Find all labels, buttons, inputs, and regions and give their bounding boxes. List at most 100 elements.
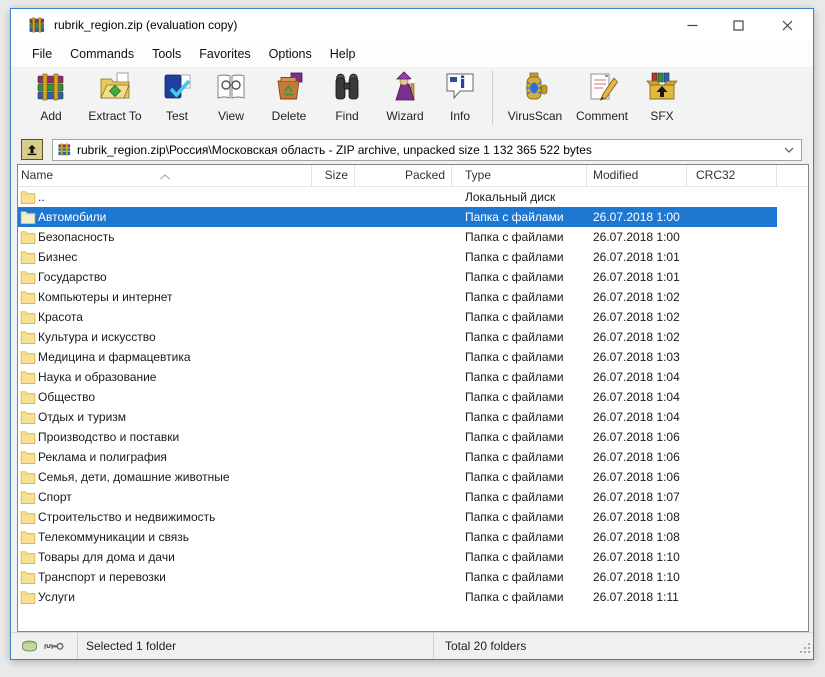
extract-to-button[interactable]: Extract To [79, 67, 151, 131]
column-header-type[interactable]: Type [452, 165, 587, 186]
status-bar: Selected 1 folder Total 20 folders [11, 632, 813, 659]
list-item[interactable]: Строительство и недвижимостьПапка с файл… [18, 507, 777, 527]
minimize-button[interactable] [669, 9, 715, 41]
item-modified: 26.07.2018 1:00 [587, 207, 687, 227]
item-name: Производство и поставки [38, 427, 179, 447]
view-button[interactable]: View [203, 67, 259, 131]
column-header-crc32[interactable]: CRC32 [687, 165, 777, 186]
comment-label: Comment [576, 109, 628, 123]
item-type: Папка с файлами [452, 407, 587, 427]
list-item[interactable]: УслугиПапка с файлами26.07.2018 1:11 [18, 587, 777, 607]
up-one-level-button[interactable] [21, 139, 43, 160]
column-header-name[interactable]: Name [18, 165, 312, 186]
item-name: Культура и искусство [38, 327, 156, 347]
key-icon[interactable] [43, 640, 64, 652]
folder-icon [20, 469, 36, 485]
item-type: Папка с файлами [452, 207, 587, 227]
info-button[interactable]: Info [435, 67, 485, 131]
folder-icon [20, 289, 36, 305]
virusscan-button[interactable]: VirusScan [501, 67, 569, 131]
list-item[interactable]: ОбществоПапка с файлами26.07.2018 1:04 [18, 387, 777, 407]
folder-icon [20, 489, 36, 505]
item-type: Папка с файлами [452, 247, 587, 267]
list-item[interactable]: Компьютеры и интернетПапка с файлами26.0… [18, 287, 777, 307]
find-icon [331, 71, 363, 106]
item-type: Папка с файлами [452, 267, 587, 287]
folder-icon [20, 529, 36, 545]
list-item[interactable]: Медицина и фармацевтикаПапка с файлами26… [18, 347, 777, 367]
list-item[interactable]: Наука и образованиеПапка с файлами26.07.… [18, 367, 777, 387]
list-item[interactable]: БизнесПапка с файлами26.07.2018 1:01 [18, 247, 777, 267]
item-name: Телекоммуникации и связь [38, 527, 189, 547]
find-button[interactable]: Find [319, 67, 375, 131]
list-item[interactable]: Реклама и полиграфияПапка с файлами26.07… [18, 447, 777, 467]
list-item[interactable]: Производство и поставкиПапка с файлами26… [18, 427, 777, 447]
combobox-dropdown-arrow[interactable] [781, 147, 797, 153]
status-selected-text: Selected 1 folder [78, 633, 434, 659]
close-button[interactable] [761, 9, 813, 41]
list-item[interactable]: КрасотаПапка с файлами26.07.2018 1:02 [18, 307, 777, 327]
menu-help[interactable]: Help [321, 43, 365, 65]
up-arrow-icon [25, 143, 39, 157]
disk-icon[interactable] [21, 640, 38, 653]
column-header-modified[interactable]: Modified [587, 165, 687, 186]
item-modified: 26.07.2018 1:02 [587, 287, 687, 307]
menu-options[interactable]: Options [260, 43, 321, 65]
list-item[interactable]: Транспорт и перевозкиПапка с файлами26.0… [18, 567, 777, 587]
extract-to-icon [99, 71, 131, 106]
item-name: Транспорт и перевозки [38, 567, 166, 587]
wizard-label: Wizard [386, 109, 423, 123]
sfx-button[interactable]: SFX [635, 67, 689, 131]
item-modified: 26.07.2018 1:10 [587, 567, 687, 587]
item-modified: 26.07.2018 1:02 [587, 307, 687, 327]
folder-icon [20, 309, 36, 325]
item-name: .. [38, 187, 45, 207]
item-name: Строительство и недвижимость [38, 507, 215, 527]
comment-button[interactable]: Comment [569, 67, 635, 131]
list-item[interactable]: СпортПапка с файлами26.07.2018 1:07 [18, 487, 777, 507]
item-type: Папка с файлами [452, 327, 587, 347]
title-bar[interactable]: rubrik_region.zip (evaluation copy) [11, 9, 813, 41]
wizard-button[interactable]: Wizard [375, 67, 435, 131]
list-item[interactable]: ГосударствоПапка с файлами26.07.2018 1:0… [18, 267, 777, 287]
delete-button[interactable]: Delete [259, 67, 319, 131]
folder-icon [20, 209, 36, 225]
item-type: Папка с файлами [452, 467, 587, 487]
add-button[interactable]: Add [23, 67, 79, 131]
sort-ascending-icon [159, 166, 171, 186]
item-type: Папка с файлами [452, 367, 587, 387]
menu-favorites[interactable]: Favorites [190, 43, 259, 65]
list-item[interactable]: БезопасностьПапка с файлами26.07.2018 1:… [18, 227, 777, 247]
add-archive-icon [35, 71, 67, 106]
toolbar: Add Extract To Test [11, 67, 813, 135]
folder-icon [20, 229, 36, 245]
item-name: Безопасность [38, 227, 115, 247]
list-item[interactable]: АвтомобилиПапка с файлами26.07.2018 1:00 [18, 207, 777, 227]
item-name: Спорт [38, 487, 72, 507]
resize-grip[interactable] [799, 642, 811, 657]
close-icon [782, 20, 793, 31]
item-name: Реклама и полиграфия [38, 447, 167, 467]
item-type: Папка с файлами [452, 587, 587, 607]
column-header-packed[interactable]: Packed [355, 165, 452, 186]
list-item[interactable]: Культура и искусствоПапка с файлами26.07… [18, 327, 777, 347]
wizard-icon [389, 71, 421, 106]
maximize-button[interactable] [715, 9, 761, 41]
address-combobox[interactable]: rubrik_region.zip\Россия\Московская обла… [52, 139, 802, 161]
list-item[interactable]: ..Локальный диск [18, 187, 777, 207]
menu-file[interactable]: File [23, 43, 61, 65]
list-item[interactable]: Отдых и туризмПапка с файлами26.07.2018 … [18, 407, 777, 427]
item-type: Папка с файлами [452, 427, 587, 447]
column-header-size[interactable]: Size [312, 165, 355, 186]
list-item[interactable]: Товары для дома и дачиПапка с файлами26.… [18, 547, 777, 567]
item-modified: 26.07.2018 1:07 [587, 487, 687, 507]
list-item[interactable]: Телекоммуникации и связьПапка с файлами2… [18, 527, 777, 547]
menu-commands[interactable]: Commands [61, 43, 143, 65]
file-rows: ..Локальный дискАвтомобилиПапка с файлам… [18, 187, 808, 631]
list-item[interactable]: Семья, дети, домашние животныеПапка с фа… [18, 467, 777, 487]
menu-tools[interactable]: Tools [143, 43, 190, 65]
item-type: Папка с файлами [452, 547, 587, 567]
menu-bar: File Commands Tools Favorites Options He… [11, 41, 813, 67]
test-button[interactable]: Test [151, 67, 203, 131]
item-modified: 26.07.2018 1:06 [587, 447, 687, 467]
